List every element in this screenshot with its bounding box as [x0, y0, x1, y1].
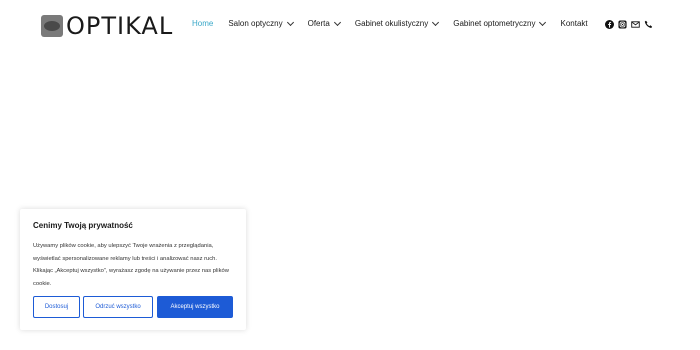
- accept-all-button[interactable]: Akceptuj wszystko: [157, 296, 233, 318]
- nav-item-salon-optyczny[interactable]: Salon optyczny: [228, 18, 294, 28]
- instagram-icon[interactable]: [618, 20, 627, 29]
- chevron-down-icon: [539, 18, 547, 26]
- logo[interactable]: OPTIKAL: [41, 13, 173, 39]
- main-nav: Home Salon optyczny Oferta Gabinet okuli…: [192, 18, 603, 28]
- cookie-consent-banner: Cenimy Twoją prywatność Używamy plików c…: [20, 209, 246, 330]
- nav-item-label: Salon optyczny: [228, 19, 283, 28]
- nav-item-label: Home: [192, 19, 214, 28]
- chevron-down-icon: [286, 18, 294, 26]
- phone-icon[interactable]: [644, 20, 653, 29]
- social-links: [605, 20, 653, 29]
- facebook-icon[interactable]: [605, 20, 614, 29]
- nav-item-oferta[interactable]: Oferta: [307, 18, 341, 28]
- reject-all-button[interactable]: Odrzuć wszystko: [83, 296, 153, 318]
- nav-item-label: Gabinet optometryczny: [453, 19, 536, 28]
- logo-mark-icon: [41, 15, 63, 37]
- nav-item-gabinet-optometryczny[interactable]: Gabinet optometryczny: [453, 18, 547, 28]
- nav-item-label: Kontakt: [560, 19, 588, 28]
- nav-item-label: Oferta: [307, 19, 330, 28]
- cookie-description: Używamy plików cookie, aby ulepszyć Twoj…: [33, 243, 229, 287]
- mail-icon[interactable]: [631, 20, 640, 29]
- cookie-title: Cenimy Twoją prywatność: [33, 221, 133, 230]
- site-header: OPTIKAL Home Salon optyczny Oferta Gabin…: [0, 0, 700, 52]
- page: OPTIKAL Home Salon optyczny Oferta Gabin…: [0, 0, 700, 350]
- nav-item-kontakt[interactable]: Kontakt: [560, 19, 587, 28]
- nav-item-label: Gabinet okulistyczny: [354, 19, 429, 28]
- chevron-down-icon: [432, 18, 440, 26]
- nav-item-gabinet-okulistyczny[interactable]: Gabinet okulistyczny: [354, 18, 440, 28]
- chevron-down-icon: [333, 18, 341, 26]
- nav-item-home[interactable]: Home: [192, 19, 213, 28]
- customize-button[interactable]: Dostosuj: [33, 296, 80, 318]
- logo-text: OPTIKAL: [66, 12, 174, 40]
